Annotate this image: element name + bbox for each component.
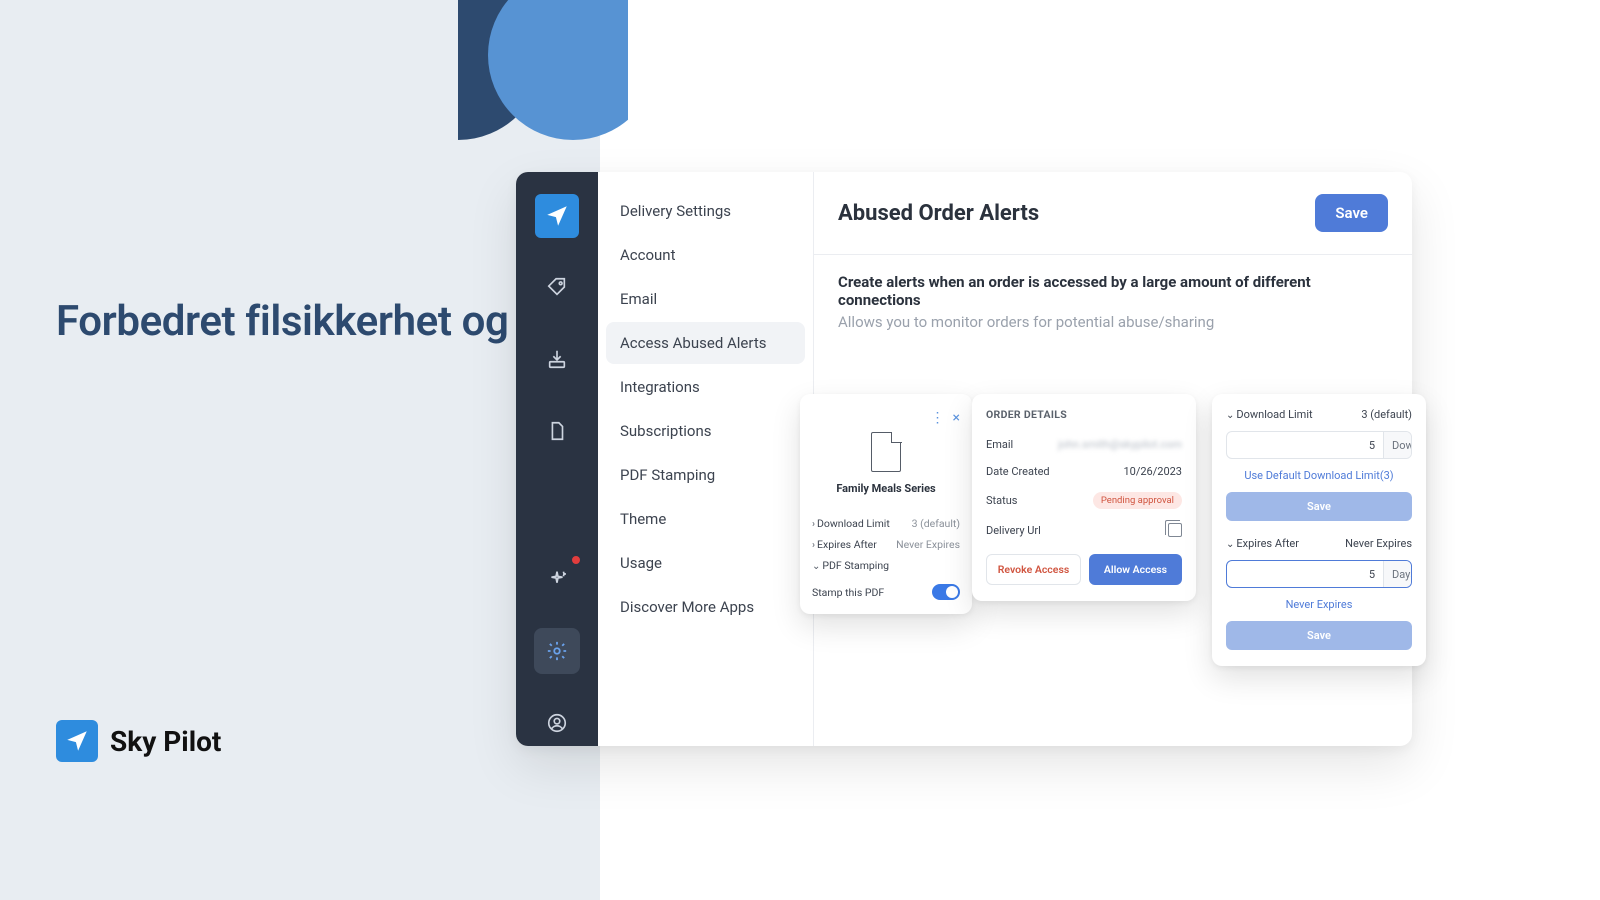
downloads-suffix: Downloads — [1383, 432, 1412, 458]
chevron-right-icon: › — [812, 519, 815, 530]
rail-file-icon[interactable] — [534, 408, 580, 454]
expires-after-heading: Expires After — [1236, 537, 1299, 550]
decorative-circles — [458, 0, 628, 140]
order-date-label: Date Created — [986, 465, 1050, 478]
rail-tag-icon[interactable] — [534, 264, 580, 310]
copy-icon[interactable] — [1168, 523, 1182, 537]
chevron-down-icon: ⌄ — [1226, 410, 1234, 421]
settings-subnav: Delivery Settings Account Email Access A… — [598, 172, 814, 746]
expires-after-input[interactable] — [1227, 568, 1383, 581]
limits-card: ⌄Download Limit3 (default) Downloads Use… — [1212, 394, 1426, 666]
download-limit-input-row: Downloads — [1226, 431, 1412, 459]
never-expires-link[interactable]: Never Expires — [1226, 598, 1412, 611]
subnav-subscriptions[interactable]: Subscriptions — [606, 410, 805, 452]
order-details-card: ORDER DETAILS Email john.smith@skypilot.c… — [972, 394, 1196, 601]
save-button[interactable]: Save — [1315, 194, 1388, 232]
brand-logo: Sky Pilot — [56, 720, 221, 762]
notification-dot-icon — [570, 554, 582, 566]
expires-after-input-row: Days — [1226, 560, 1412, 588]
order-date-value: 10/26/2023 — [1123, 465, 1182, 478]
save-download-limit-button[interactable]: Save — [1226, 492, 1412, 521]
kebab-icon[interactable]: ⋮ — [931, 410, 945, 426]
revoke-access-button[interactable]: Revoke Access — [986, 554, 1081, 585]
order-status-label: Status — [986, 494, 1017, 507]
rail-sparkle-icon[interactable] — [534, 556, 580, 602]
subnav-access-abused-alerts[interactable]: Access Abused Alerts — [606, 322, 805, 364]
brand-name: Sky Pilot — [110, 725, 221, 758]
subnav-delivery-settings[interactable]: Delivery Settings — [606, 190, 805, 232]
subnav-account[interactable]: Account — [606, 234, 805, 276]
description-primary: Create alerts when an order is accessed … — [838, 273, 1388, 309]
days-suffix: Days — [1383, 561, 1412, 587]
download-limit-row[interactable]: ›Download Limit3 (default) — [812, 513, 960, 534]
expires-after-current: Never Expires — [1345, 537, 1412, 550]
subnav-integrations[interactable]: Integrations — [606, 366, 805, 408]
order-email-label: Email — [986, 438, 1013, 451]
rail-logo-icon — [535, 194, 579, 238]
subnav-usage[interactable]: Usage — [606, 542, 805, 584]
allow-access-button[interactable]: Allow Access — [1089, 554, 1182, 585]
order-details-heading: ORDER DETAILS — [986, 408, 1182, 421]
download-limit-heading: Download Limit — [1236, 408, 1312, 421]
paper-plane-icon — [56, 720, 98, 762]
chevron-down-icon: ⌄ — [812, 561, 820, 572]
product-name: Family Meals Series — [812, 482, 960, 495]
save-expires-after-button[interactable]: Save — [1226, 621, 1412, 650]
page-title: Abused Order Alerts — [838, 201, 1039, 226]
order-url-label: Delivery Url — [986, 524, 1041, 537]
stamp-toggle[interactable] — [932, 584, 960, 600]
chevron-down-icon: ⌄ — [1226, 539, 1234, 550]
subnav-theme[interactable]: Theme — [606, 498, 805, 540]
subnav-discover-more-apps[interactable]: Discover More Apps — [606, 586, 805, 628]
close-icon[interactable]: × — [953, 410, 960, 426]
product-card: ⋮ × Family Meals Series ›Download Limit3… — [800, 394, 972, 614]
rail-download-icon[interactable] — [534, 336, 580, 382]
subnav-email[interactable]: Email — [606, 278, 805, 320]
download-limit-input[interactable] — [1227, 439, 1383, 452]
use-default-download-limit-link[interactable]: Use Default Download Limit(3) — [1226, 469, 1412, 482]
chevron-right-icon: › — [812, 540, 815, 551]
divider — [814, 254, 1412, 255]
rail-settings-icon[interactable] — [534, 628, 580, 674]
stamp-this-pdf-label: Stamp this PDF — [812, 586, 884, 599]
pdf-stamping-row[interactable]: ⌄PDF Stamping — [812, 555, 960, 576]
download-limit-current: 3 (default) — [1361, 408, 1412, 421]
expires-after-row[interactable]: ›Expires AfterNever Expires — [812, 534, 960, 555]
description-secondary: Allows you to monitor orders for potenti… — [838, 313, 1388, 331]
rail-user-icon[interactable] — [534, 700, 580, 746]
order-email-value: john.smith@skypilot.com — [1058, 438, 1182, 451]
subnav-pdf-stamping[interactable]: PDF Stamping — [606, 454, 805, 496]
nav-rail — [516, 172, 598, 746]
document-icon — [871, 432, 901, 472]
status-badge: Pending approval — [1093, 492, 1182, 509]
